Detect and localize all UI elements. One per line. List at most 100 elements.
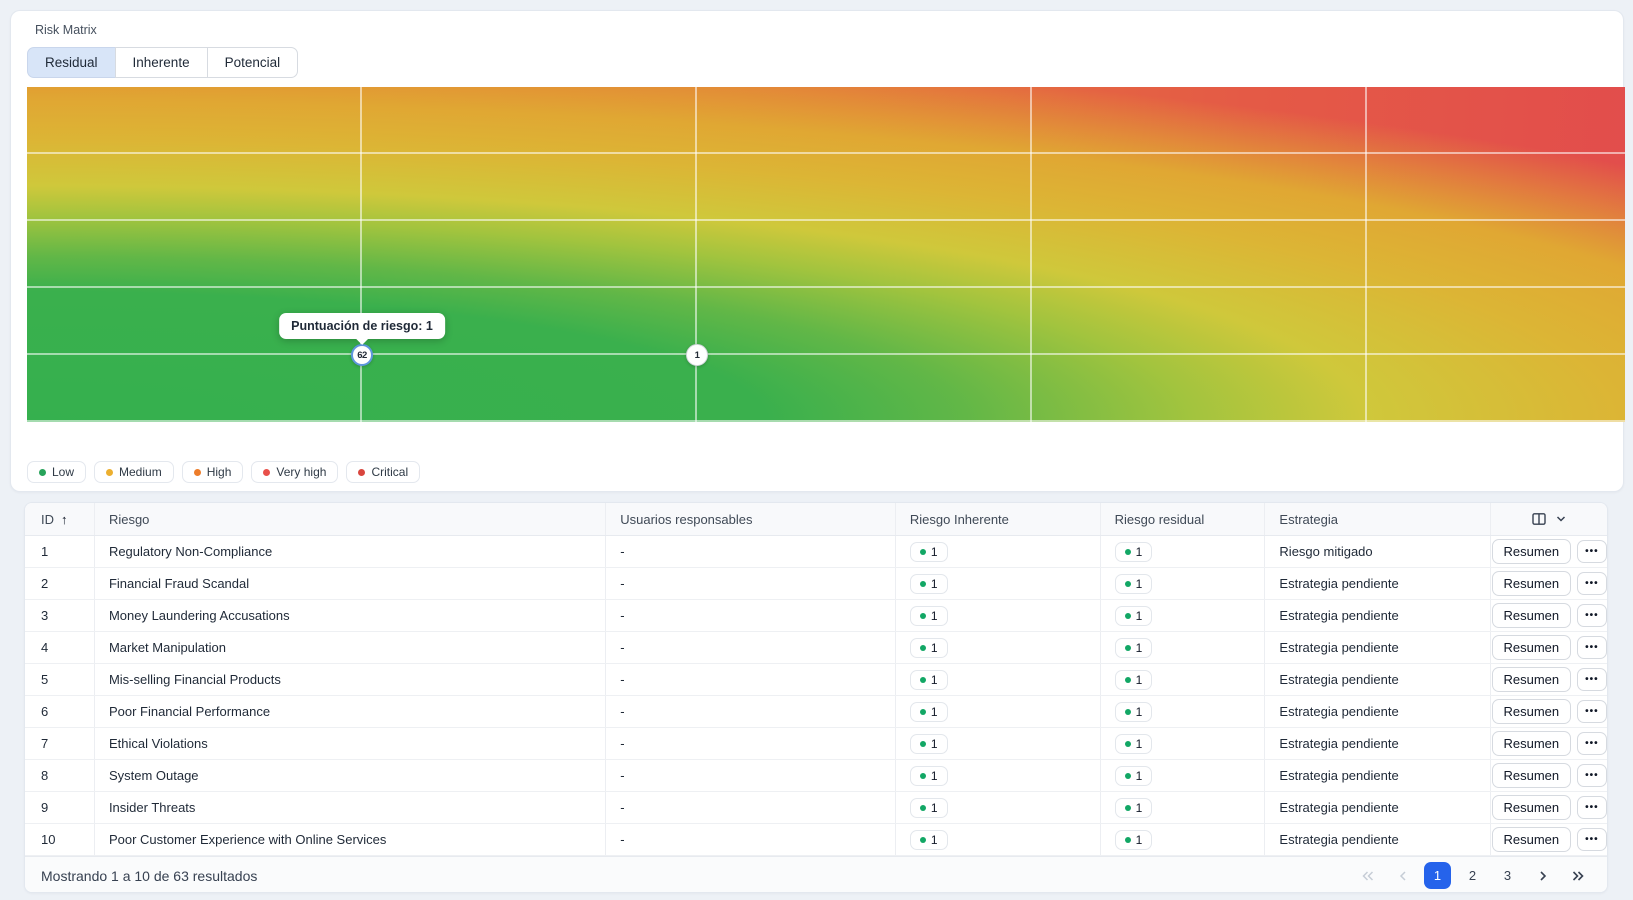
badge-value: 1 — [931, 769, 938, 783]
badge-value: 1 — [1136, 609, 1143, 623]
green-dot-icon — [1125, 613, 1131, 619]
cell-actions: Resumen••• — [1491, 536, 1607, 567]
badge-value: 1 — [1136, 673, 1143, 687]
green-dot-icon — [920, 773, 926, 779]
green-dot-icon — [920, 709, 926, 715]
columns-icon — [1531, 511, 1547, 527]
chevron-down-icon — [1555, 513, 1567, 525]
tab-residual[interactable]: Residual — [27, 47, 116, 78]
column-header-usuarios[interactable]: Usuarios responsables — [606, 503, 896, 535]
cell-riesgo-inherente: 1 — [896, 632, 1101, 663]
row-menu-button[interactable]: ••• — [1577, 700, 1607, 723]
risk-level-badge: 1 — [910, 798, 948, 818]
legend-item-medium[interactable]: Medium — [94, 461, 174, 483]
cell-id: 1 — [25, 536, 95, 567]
cell-estrategia: Estrategia pendiente — [1265, 600, 1491, 631]
table-row: 4Market Manipulation-11Estrategia pendie… — [25, 632, 1607, 664]
cell-actions: Resumen••• — [1491, 728, 1607, 759]
legend-item-critical[interactable]: Critical — [346, 461, 420, 483]
resumen-button[interactable]: Resumen — [1492, 571, 1572, 596]
tab-potencial[interactable]: Potencial — [207, 47, 299, 78]
badge-value: 1 — [1136, 705, 1143, 719]
cell-riesgo: Financial Fraud Scandal — [95, 568, 606, 599]
risk-level-badge: 1 — [1115, 606, 1153, 626]
badge-value: 1 — [931, 737, 938, 751]
column-header-inherente[interactable]: Riesgo Inherente — [896, 503, 1101, 535]
legend-item-high[interactable]: High — [182, 461, 244, 483]
card-title: Risk Matrix — [35, 23, 97, 37]
cell-riesgo: Poor Financial Performance — [95, 696, 606, 727]
row-menu-button[interactable]: ••• — [1577, 668, 1607, 691]
resumen-button[interactable]: Resumen — [1492, 795, 1572, 820]
column-header-riesgo[interactable]: Riesgo — [95, 503, 606, 535]
table-row: 2Financial Fraud Scandal-11Estrategia pe… — [25, 568, 1607, 600]
risk-point-1[interactable]: 1 — [686, 344, 708, 366]
row-menu-button[interactable]: ••• — [1577, 572, 1607, 595]
row-menu-button[interactable]: ••• — [1577, 732, 1607, 755]
cell-riesgo-inherente: 1 — [896, 600, 1101, 631]
resumen-button[interactable]: Resumen — [1492, 635, 1572, 660]
cell-actions: Resumen••• — [1491, 696, 1607, 727]
heatmap-legend: Low Medium High Very high Critical — [27, 461, 420, 483]
green-dot-icon — [920, 837, 926, 843]
green-dot-icon — [1125, 581, 1131, 587]
green-dot-icon — [920, 581, 926, 587]
next-page-button[interactable] — [1529, 862, 1556, 889]
row-menu-button[interactable]: ••• — [1577, 604, 1607, 627]
risk-matrix-card: Risk Matrix ResidualInherentePotencial P… — [10, 10, 1624, 492]
resumen-button[interactable]: Resumen — [1492, 539, 1572, 564]
column-header-residual[interactable]: Riesgo residual — [1101, 503, 1266, 535]
legend-dot — [106, 469, 113, 476]
cell-id: 9 — [25, 792, 95, 823]
cell-riesgo: Insider Threats — [95, 792, 606, 823]
cell-riesgo-residual: 1 — [1101, 664, 1266, 695]
resumen-button[interactable]: Resumen — [1492, 699, 1572, 724]
row-menu-button[interactable]: ••• — [1577, 828, 1607, 851]
chevron-left-icon — [1397, 870, 1409, 882]
column-settings-button[interactable] — [1531, 511, 1567, 527]
badge-value: 1 — [931, 545, 938, 559]
cell-estrategia: Estrategia pendiente — [1265, 632, 1491, 663]
last-page-button[interactable] — [1564, 862, 1591, 889]
row-menu-button[interactable]: ••• — [1577, 796, 1607, 819]
badge-value: 1 — [1136, 641, 1143, 655]
cell-riesgo-inherente: 1 — [896, 568, 1101, 599]
resumen-button[interactable]: Resumen — [1492, 667, 1572, 692]
risk-heatmap[interactable]: Puntuación de riesgo: 1 62 1 — [27, 87, 1625, 422]
double-chevron-left-icon — [1361, 870, 1375, 882]
column-header-id[interactable]: ID ↑ — [25, 503, 95, 535]
resumen-button[interactable]: Resumen — [1492, 827, 1572, 852]
green-dot-icon — [920, 741, 926, 747]
risk-level-badge: 1 — [1115, 542, 1153, 562]
green-dot-icon — [1125, 677, 1131, 683]
prev-page-button[interactable] — [1389, 862, 1416, 889]
cell-riesgo-inherente: 1 — [896, 792, 1101, 823]
page-button-2[interactable]: 2 — [1459, 862, 1486, 889]
first-page-button[interactable] — [1354, 862, 1381, 889]
cell-estrategia: Riesgo mitigado — [1265, 536, 1491, 567]
row-menu-button[interactable]: ••• — [1577, 636, 1607, 659]
legend-item-low[interactable]: Low — [27, 461, 86, 483]
column-header-estrategia[interactable]: Estrategia — [1265, 503, 1491, 535]
cell-riesgo-inherente: 1 — [896, 536, 1101, 567]
badge-value: 1 — [1136, 801, 1143, 815]
resumen-button[interactable]: Resumen — [1492, 603, 1572, 628]
double-chevron-right-icon — [1571, 870, 1585, 882]
cell-riesgo: Ethical Violations — [95, 728, 606, 759]
sort-ascending-icon: ↑ — [61, 512, 68, 527]
legend-label: Low — [52, 465, 74, 479]
resumen-button[interactable]: Resumen — [1492, 763, 1572, 788]
tab-inherente[interactable]: Inherente — [115, 47, 208, 78]
legend-item-very-high[interactable]: Very high — [251, 461, 338, 483]
chevron-right-icon — [1537, 870, 1549, 882]
legend-dot — [194, 469, 201, 476]
cell-estrategia: Estrategia pendiente — [1265, 760, 1491, 791]
row-menu-button[interactable]: ••• — [1577, 764, 1607, 787]
resumen-button[interactable]: Resumen — [1492, 731, 1572, 756]
page-button-3[interactable]: 3 — [1494, 862, 1521, 889]
page-button-1[interactable]: 1 — [1424, 862, 1451, 889]
risk-point-62[interactable]: 62 — [351, 344, 373, 366]
risk-level-badge: 1 — [1115, 734, 1153, 754]
row-menu-button[interactable]: ••• — [1577, 540, 1607, 563]
risk-score-tooltip: Puntuación de riesgo: 1 — [279, 313, 445, 339]
